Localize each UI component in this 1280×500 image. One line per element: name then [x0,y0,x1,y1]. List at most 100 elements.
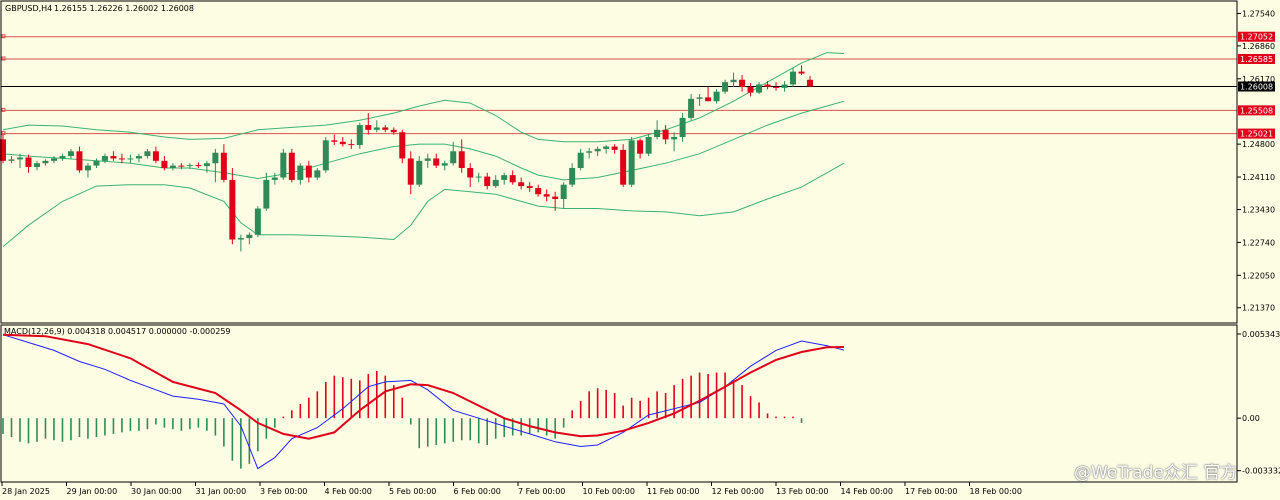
x-tick-label: 7 Feb 00:00 [518,487,565,496]
x-tick-label: 28 Jan 2025 [2,487,50,496]
macd-y-tick-label: -0.003332 [1242,467,1280,476]
candle-bear [739,79,746,87]
candle-bear [705,97,712,102]
x-tick-label: 3 Feb 00:00 [260,487,307,496]
current-price-label: 1.26008 [1240,83,1273,92]
chart-root: 1.27540 1.26860 1.26170 1.24800 1.24110 1.234… [0,0,1280,500]
candle-bull [280,152,287,178]
candle-bear [399,132,406,159]
candle-bear [764,84,771,87]
candle-bear [25,157,32,168]
pane-frames: 1.275401.268601.261701.248001.241101.234… [0,0,1280,496]
candle-bull [8,159,15,161]
candle-bear [407,158,414,185]
candle-bear [526,186,533,189]
price-y-tick-label: 1.26860 [1242,42,1275,51]
candle-bull [441,163,448,166]
candle-bear [382,127,389,130]
candle-bear [458,151,465,168]
candle-bull [594,148,601,152]
candle-bull [696,97,703,99]
candle-bull [501,175,508,180]
price-y-tick-label: 1.22740 [1242,238,1275,247]
candle-bear [331,140,338,142]
candle-bull [492,179,499,187]
candle-bear [76,151,83,171]
candle-bear [518,182,525,187]
candle-bull [790,71,797,85]
macd-pane-frame [0,324,1238,483]
candle-bear [365,125,372,130]
candle-bull [756,84,763,93]
candle-bull [688,98,695,118]
candle-bull [16,157,23,160]
candle-bull [59,156,66,159]
candle-bull [424,158,431,161]
price-y-tick-label: 1.24110 [1242,173,1275,182]
candle-bull [679,117,686,137]
x-tick-label: 6 Feb 00:00 [454,487,501,496]
x-tick-label: 30 Jan 00:00 [131,487,182,496]
candle-bull [271,177,278,180]
candle-bull [101,156,108,161]
candle-bull [314,170,321,178]
level-label: 1.26585 [1240,55,1273,64]
candle-bull [297,165,304,180]
watermark: @WeTrade众汇 官方 [1074,463,1238,483]
candle-bull [135,156,142,159]
candle-bull [93,160,100,166]
chart-svg: 1.275401.268601.261701.248001.241101.234… [0,0,1280,496]
candle-bear [484,176,491,187]
candle-bull [654,129,661,137]
candle-bear [611,146,618,150]
candle-bear [390,129,397,133]
x-tick-label: 17 Feb 00:00 [905,487,957,496]
candle-bull [42,160,49,164]
candle-bull [450,151,457,164]
candle-bull [560,184,567,199]
price-pane [0,34,1237,252]
candle-bull [50,158,57,161]
macd-signal-line [2,334,845,470]
candle-bull [416,160,423,185]
x-tick-label: 14 Feb 00:00 [841,487,893,496]
candle-bear [118,158,125,160]
macd-y-tick-label: 0.00 [1242,414,1260,423]
candle-bear [152,151,159,161]
price-y-tick-label: 1.21370 [1242,304,1275,313]
x-tick-label: 13 Feb 00:00 [776,487,828,496]
x-tick-label: 31 Jan 00:00 [196,487,247,496]
macd-header: MACD(12,26,9) 0.004318 0.004517 0.000000… [4,327,231,336]
x-tick-label: 29 Jan 00:00 [67,487,118,496]
candle-bear [288,152,295,180]
candle-bull [67,151,74,157]
candle-bull [603,146,610,149]
candle-bear [798,71,805,74]
candle-bull [186,165,193,167]
price-y-tick-label: 1.23430 [1242,205,1275,214]
candle-bear [509,175,516,183]
candle-bull [263,179,270,209]
price-y-tick-label: 1.27540 [1242,9,1275,18]
candle-bear [433,158,440,166]
price-pane-frame [0,0,1238,324]
candle-bear [620,149,627,185]
bollinger-middle [2,100,845,181]
candle-bear [305,165,312,178]
x-tick-label: 18 Feb 00:00 [970,487,1022,496]
candle-bull [781,84,788,88]
candle-bear [178,165,185,167]
candle-bull [356,125,363,146]
candle-bear [161,160,168,168]
candle-bear [220,152,227,180]
bollinger-lower [2,162,845,248]
candle-bear [773,86,780,88]
candle-bull [373,127,380,130]
x-tick-label: 5 Feb 00:00 [389,487,436,496]
candle-bull [237,238,244,240]
candle-bear [195,165,202,167]
candle-bull [84,165,91,171]
level-label: 1.25508 [1240,106,1273,115]
macd-y-tick-label: 0.005343 [1242,330,1280,339]
candle-bear [348,144,355,146]
